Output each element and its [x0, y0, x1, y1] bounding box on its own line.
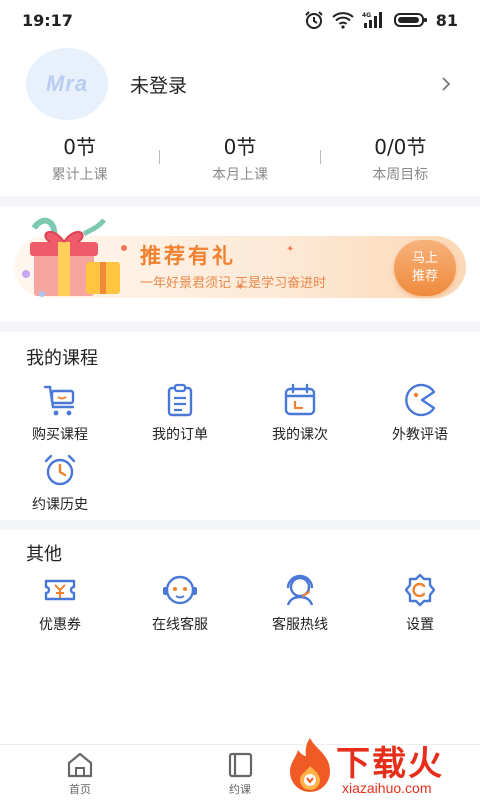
- status-bar: 19:17 4G 81: [0, 0, 480, 40]
- watermark-url: xiazaihuo.com: [342, 780, 432, 796]
- stat-label: 累计上课: [51, 167, 108, 183]
- status-time: 19:17: [22, 10, 73, 30]
- buy-course-button[interactable]: 购买课程: [0, 382, 120, 444]
- grid-item-label: 约课历史: [32, 497, 88, 513]
- grid-item-label: 外教评语: [392, 427, 448, 443]
- stat-total: 0节 累计上课: [0, 134, 159, 184]
- teacher-comments-button[interactable]: 外教评语: [360, 382, 480, 444]
- svg-text:4G: 4G: [362, 12, 371, 19]
- stat-week-goal: 0/0节 本周目标: [321, 134, 480, 184]
- my-classes-button[interactable]: 我的课次: [240, 382, 360, 444]
- tab-booking[interactable]: 约课: [200, 751, 280, 797]
- online-service-button[interactable]: 在线客服: [120, 572, 240, 634]
- watermark-logo: 下载火 xiazaihuo.com: [282, 734, 478, 800]
- headset-icon: [286, 574, 314, 606]
- others-title: 其他: [26, 544, 62, 565]
- username: 未登录: [130, 74, 188, 97]
- stats-row: 0节 累计上课 0节 本月上课 0/0节 本周目标: [0, 134, 480, 186]
- clipboard-icon: [167, 383, 193, 417]
- status-icons: 4G 81: [304, 10, 458, 30]
- my-orders-button[interactable]: 我的订单: [120, 382, 240, 444]
- chevron-right-icon[interactable]: [438, 76, 454, 92]
- home-icon: [67, 752, 93, 778]
- battery-level: 81: [435, 10, 458, 30]
- profile-row[interactable]: Mra 未登录: [0, 48, 480, 120]
- button-line-1: 马上: [411, 251, 438, 266]
- stat-value: 0节: [223, 135, 257, 159]
- calendar-icon: [284, 383, 316, 416]
- tab-home[interactable]: 首页: [40, 751, 120, 797]
- tab-label: 首页: [69, 783, 91, 796]
- wifi-icon: [332, 12, 354, 29]
- avatar-logo-text: Mra: [45, 71, 89, 96]
- watermark-text: 下载火: [336, 744, 444, 784]
- stat-value: 0节: [63, 135, 97, 159]
- alarm-icon: [305, 11, 323, 29]
- signal-icon: 4G: [362, 12, 382, 28]
- grid-item-label: 购买课程: [32, 427, 88, 443]
- gift-box-icon: [22, 217, 127, 297]
- banner-title: 推荐有礼: [140, 244, 236, 268]
- avatar[interactable]: Mra: [26, 48, 108, 120]
- section-separator: [0, 322, 480, 332]
- stat-label: 本月上课: [211, 167, 268, 183]
- coupons-button[interactable]: 优惠券: [0, 572, 120, 634]
- grid-item-label: 我的订单: [152, 427, 208, 443]
- my-courses-title: 我的课程: [26, 348, 98, 369]
- comment-icon: [405, 383, 436, 417]
- grid-item-label: 设置: [406, 617, 434, 633]
- booking-history-button[interactable]: 约课历史: [0, 452, 120, 514]
- section-separator: [0, 196, 480, 206]
- section-separator: [0, 520, 480, 530]
- alarm-clock-icon: [44, 454, 76, 486]
- gear-icon: [404, 573, 436, 607]
- stat-value: 0/0节: [374, 135, 427, 159]
- grid-item-label: 优惠券: [39, 617, 81, 633]
- battery-icon: [393, 13, 427, 27]
- cart-icon: [43, 385, 75, 416]
- flame-icon: [290, 738, 330, 792]
- grid-item-label: 在线客服: [152, 617, 208, 633]
- book-icon: [228, 752, 253, 778]
- recommend-now-button[interactable]: 马上 推荐: [394, 240, 456, 296]
- grid-item-label: 客服热线: [272, 617, 328, 633]
- stat-month: 0节 本月上课: [160, 134, 319, 184]
- chat-bot-icon: [163, 575, 197, 605]
- tab-label: 约课: [229, 783, 251, 796]
- banner-subtitle: 一年好景君须记 正是学习奋进时: [140, 276, 327, 291]
- coupon-icon: [44, 579, 76, 601]
- button-line-2: 推荐: [411, 269, 438, 284]
- stat-label: 本周目标: [372, 167, 429, 183]
- sparkle-icon: ✦: [286, 244, 295, 255]
- service-hotline-button[interactable]: 客服热线: [240, 572, 360, 634]
- grid-item-label: 我的课次: [272, 427, 328, 443]
- settings-button[interactable]: 设置: [360, 572, 480, 634]
